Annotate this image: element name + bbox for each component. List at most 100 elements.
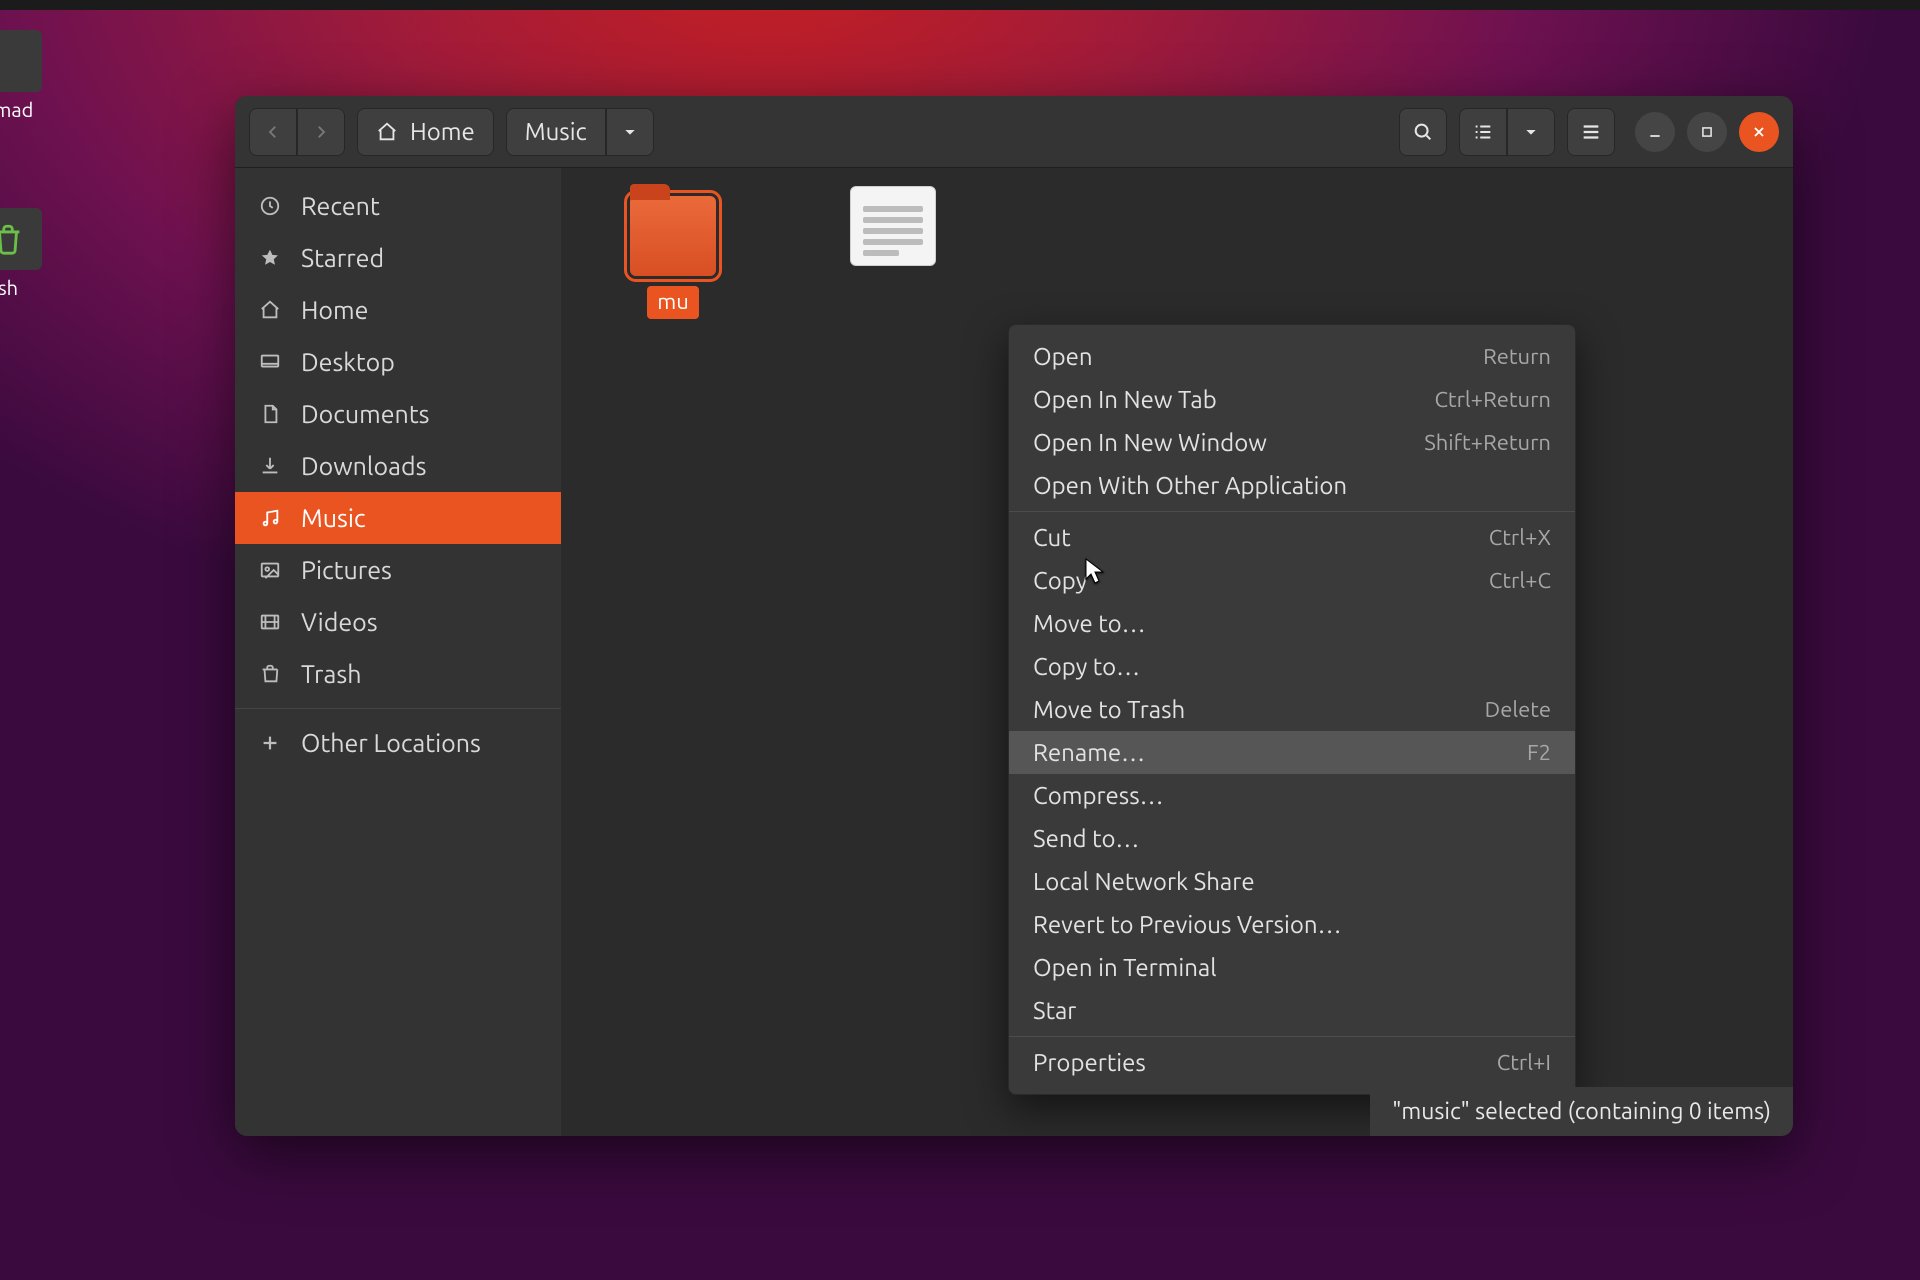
path-current-label: Music	[525, 118, 587, 145]
menu-item-accel: Shift+Return	[1424, 430, 1551, 455]
star-icon	[257, 245, 283, 271]
menu-item[interactable]: Star	[1009, 989, 1575, 1032]
sidebar-item-music[interactable]: Music	[235, 492, 561, 544]
sidebar-item-other-locations[interactable]: Other Locations	[235, 717, 561, 769]
menu-item-label: Copy	[1033, 567, 1087, 594]
menu-separator	[1009, 511, 1575, 512]
menu-item[interactable]: Open in Terminal	[1009, 946, 1575, 989]
sidebar: Recent Starred Home Desktop Documents Do…	[235, 168, 561, 1136]
path-dropdown-button[interactable]	[606, 108, 654, 156]
sidebar-item-label: Music	[301, 504, 366, 532]
view-controls	[1459, 108, 1555, 156]
menu-item[interactable]: Local Network Share	[1009, 860, 1575, 903]
menu-item-label: Open In New Window	[1033, 429, 1267, 456]
trash-icon	[0, 208, 42, 270]
menu-item-label: Properties	[1033, 1049, 1146, 1076]
home-icon	[257, 297, 283, 323]
sidebar-item-label: Recent	[301, 192, 380, 220]
sidebar-item-videos[interactable]: Videos	[235, 596, 561, 648]
menu-item-label: Send to…	[1033, 825, 1139, 852]
menu-item-accel: Ctrl+Return	[1434, 387, 1551, 412]
sidebar-item-label: Starred	[301, 244, 384, 272]
status-text: "music" selected (containing 0 items)	[1392, 1099, 1771, 1124]
menu-item-label: Open In New Tab	[1033, 386, 1217, 413]
menu-item[interactable]: Compress…	[1009, 774, 1575, 817]
menu-item-accel: Ctrl+X	[1489, 525, 1551, 550]
sidebar-item-home[interactable]: Home	[235, 284, 561, 336]
sidebar-item-label: Trash	[301, 660, 361, 688]
sidebar-item-trash[interactable]: Trash	[235, 648, 561, 700]
list-view-button[interactable]	[1459, 108, 1507, 156]
menu-item-label: Open	[1033, 343, 1093, 370]
sidebar-item-desktop[interactable]: Desktop	[235, 336, 561, 388]
menu-item[interactable]: Move to…	[1009, 602, 1575, 645]
menu-item[interactable]: Rename… F2	[1009, 731, 1575, 774]
menu-item-label: Revert to Previous Version…	[1033, 911, 1342, 938]
trash-icon	[257, 661, 283, 687]
sidebar-item-label: Pictures	[301, 556, 392, 584]
header-bar: Home Music	[235, 96, 1793, 168]
file-item-folder[interactable]: mu	[613, 196, 733, 319]
menu-item[interactable]: Revert to Previous Version…	[1009, 903, 1575, 946]
path-current[interactable]: Music	[506, 108, 606, 156]
forward-button[interactable]	[297, 108, 345, 156]
sidebar-item-label: Desktop	[301, 348, 395, 376]
documents-icon	[257, 401, 283, 427]
sidebar-separator	[235, 708, 561, 709]
menu-item-accel: Delete	[1485, 697, 1551, 722]
sidebar-item-pictures[interactable]: Pictures	[235, 544, 561, 596]
menu-item-accel: F2	[1527, 740, 1551, 765]
sidebar-item-recent[interactable]: Recent	[235, 180, 561, 232]
sidebar-item-label: Videos	[301, 608, 378, 636]
close-button[interactable]	[1739, 112, 1779, 152]
plus-icon	[257, 730, 283, 756]
folder-icon	[630, 196, 716, 276]
menu-item[interactable]: Properties Ctrl+I	[1009, 1041, 1575, 1084]
file-item-label: mu	[647, 286, 699, 319]
back-button[interactable]	[249, 108, 297, 156]
videos-icon	[257, 609, 283, 635]
sidebar-item-label: Downloads	[301, 452, 426, 480]
minimize-button[interactable]	[1635, 112, 1675, 152]
view-dropdown-button[interactable]	[1507, 108, 1555, 156]
path-bar: Home	[357, 108, 494, 156]
menu-item[interactable]: Open Return	[1009, 335, 1575, 378]
menu-item[interactable]: Copy to…	[1009, 645, 1575, 688]
menu-item-accel: Ctrl+I	[1497, 1050, 1551, 1075]
desktop-icon-label: sh	[0, 276, 18, 299]
sidebar-item-label: Home	[301, 296, 368, 324]
path-home[interactable]: Home	[357, 108, 494, 156]
menu-item[interactable]: Move to Trash Delete	[1009, 688, 1575, 731]
pictures-icon	[257, 557, 283, 583]
desktop-icon-folder[interactable]: nmad	[0, 30, 50, 121]
menu-item[interactable]: Send to…	[1009, 817, 1575, 860]
hamburger-menu-button[interactable]	[1567, 108, 1615, 156]
menu-item-label: Open With Other Application	[1033, 472, 1347, 499]
menu-item-label: Open in Terminal	[1033, 954, 1217, 981]
sidebar-item-documents[interactable]: Documents	[235, 388, 561, 440]
menu-item[interactable]: CopyCtrl+C	[1009, 559, 1575, 602]
menu-item[interactable]: Open With Other Application	[1009, 464, 1575, 507]
maximize-button[interactable]	[1687, 112, 1727, 152]
search-button[interactable]	[1399, 108, 1447, 156]
path-current-group: Music	[506, 108, 654, 156]
menu-item-accel: Return	[1483, 344, 1551, 369]
file-item-document[interactable]	[833, 186, 953, 276]
menu-item-label: Move to Trash	[1033, 696, 1185, 723]
menu-item[interactable]: Open In New Window Shift+Return	[1009, 421, 1575, 464]
status-bar: "music" selected (containing 0 items)	[1370, 1087, 1793, 1136]
menu-item[interactable]: CutCtrl+X	[1009, 516, 1575, 559]
sidebar-item-downloads[interactable]: Downloads	[235, 440, 561, 492]
menu-separator	[1009, 1036, 1575, 1037]
desktop-icon-label: nmad	[0, 98, 33, 121]
menu-item-label: Local Network Share	[1033, 868, 1255, 895]
sidebar-item-starred[interactable]: Starred	[235, 232, 561, 284]
menu-item[interactable]: Open In New Tab Ctrl+Return	[1009, 378, 1575, 421]
content-area[interactable]: mu OpenReturnOpen In New TabCtrl+ReturnO…	[561, 168, 1793, 1136]
menu-item-label: Rename…	[1033, 739, 1145, 766]
desktop-icon-trash[interactable]: sh	[0, 208, 50, 299]
path-home-label: Home	[410, 118, 475, 145]
nav-buttons	[249, 108, 345, 156]
sidebar-item-label: Documents	[301, 400, 430, 428]
top-panel	[0, 0, 1920, 10]
